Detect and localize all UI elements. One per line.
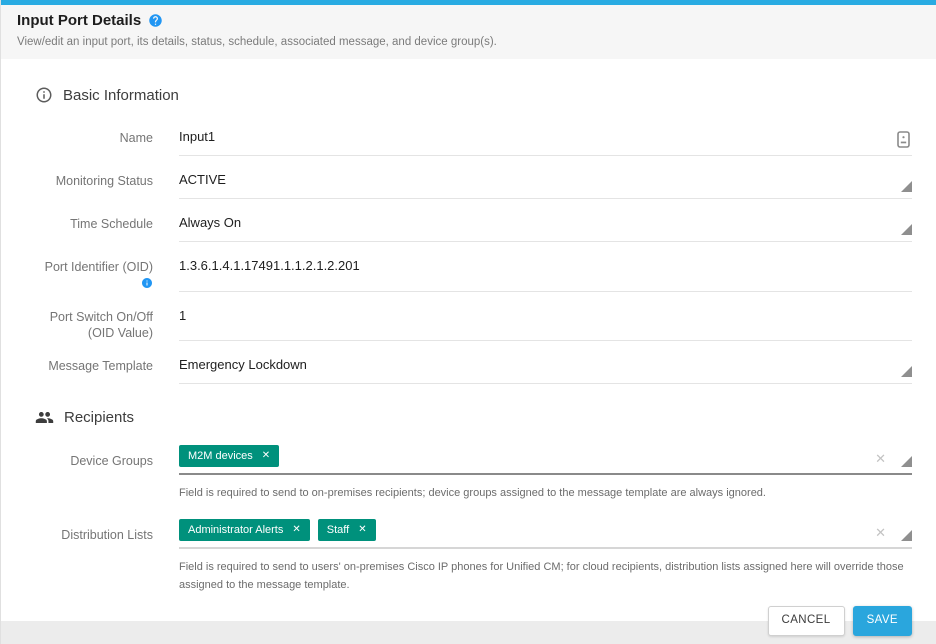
people-icon <box>35 408 54 427</box>
chip-remove-icon[interactable]: ✕ <box>358 525 366 535</box>
form-row-time-schedule: Time Schedule Always On <box>35 213 912 242</box>
chip-label: M2M devices <box>188 450 253 462</box>
page-subtitle: View/edit an input port, its details, st… <box>17 36 920 48</box>
section-basic-information: Basic Information <box>35 86 912 104</box>
device-groups-helper-text: Field is required to send to on-premises… <box>179 484 912 502</box>
chip-label: Administrator Alerts <box>188 524 283 536</box>
action-buttons: CANCEL SAVE <box>35 606 912 636</box>
form-row-device-groups: Device Groups M2M devices ✕ ✕ <box>35 445 912 475</box>
name-label: Name <box>35 127 153 156</box>
device-groups-multiselect[interactable]: M2M devices ✕ ✕ <box>179 445 912 475</box>
help-icon[interactable] <box>148 13 163 28</box>
message-template-select[interactable]: Emergency Lockdown <box>179 355 912 384</box>
form-row-port-switch: Port Switch On/Off (OID Value) 1 <box>35 306 912 342</box>
chip-remove-icon[interactable]: ✕ <box>262 451 270 461</box>
page-header: Input Port Details View/edit an input po… <box>1 5 936 59</box>
name-input[interactable]: Input1 <box>179 127 912 156</box>
form-row-message-template: Message Template Emergency Lockdown <box>35 355 912 384</box>
monitoring-status-label: Monitoring Status <box>35 170 153 199</box>
dropdown-arrow-icon[interactable] <box>901 456 912 467</box>
port-switch-value: 1 <box>179 308 186 323</box>
port-identifier-label-text: Port Identifier (OID) <box>45 260 153 274</box>
port-identifier-label: Port Identifier (OID) <box>35 256 153 292</box>
section-recipients-title: Recipients <box>64 409 134 426</box>
port-identifier-value: 1.3.6.1.4.1.17491.1.1.2.1.2.201 <box>179 258 360 273</box>
port-identifier-input[interactable]: 1.3.6.1.4.1.17491.1.1.2.1.2.201 <box>179 256 912 292</box>
section-basic-title: Basic Information <box>63 87 179 104</box>
autofill-icon[interactable] <box>897 131 910 148</box>
time-schedule-value: Always On <box>179 215 241 230</box>
dropdown-arrow-icon[interactable] <box>901 224 912 235</box>
distribution-lists-label: Distribution Lists <box>35 519 153 549</box>
clear-icon[interactable]: ✕ <box>875 452 886 465</box>
monitoring-status-select[interactable]: ACTIVE <box>179 170 912 199</box>
form-row-name: Name Input1 <box>35 127 912 156</box>
chip-label: Staff <box>327 524 349 536</box>
section-recipients: Recipients <box>35 408 912 426</box>
cancel-button[interactable]: CANCEL <box>768 606 845 636</box>
device-groups-label: Device Groups <box>35 445 153 475</box>
port-switch-label: Port Switch On/Off (OID Value) <box>35 306 153 342</box>
distribution-lists-helper-text: Field is required to send to users' on-p… <box>179 558 912 594</box>
form-row-port-identifier: Port Identifier (OID) 1.3.6.1.4.1.17491.… <box>35 256 912 292</box>
message-template-value: Emergency Lockdown <box>179 357 307 372</box>
info-outline-icon <box>35 86 53 104</box>
time-schedule-label: Time Schedule <box>35 213 153 242</box>
time-schedule-select[interactable]: Always On <box>179 213 912 242</box>
message-template-label: Message Template <box>35 355 153 384</box>
name-value: Input1 <box>179 129 215 144</box>
distribution-lists-multiselect[interactable]: Administrator Alerts ✕ Staff ✕ ✕ <box>179 519 912 549</box>
recipient-chip[interactable]: Administrator Alerts ✕ <box>179 519 310 541</box>
monitoring-status-value: ACTIVE <box>179 172 226 187</box>
recipient-chip[interactable]: M2M devices ✕ <box>179 445 279 467</box>
dropdown-arrow-icon[interactable] <box>901 530 912 541</box>
clear-icon[interactable]: ✕ <box>875 526 886 539</box>
page-title: Input Port Details <box>17 12 141 29</box>
dropdown-arrow-icon[interactable] <box>901 181 912 192</box>
dropdown-arrow-icon[interactable] <box>901 366 912 377</box>
chip-remove-icon[interactable]: ✕ <box>292 525 300 535</box>
save-button[interactable]: SAVE <box>853 606 912 636</box>
form-card: Basic Information Name Input1 Monitoring… <box>1 59 936 621</box>
recipient-chip[interactable]: Staff ✕ <box>318 519 376 541</box>
info-icon[interactable] <box>141 277 153 289</box>
port-switch-input[interactable]: 1 <box>179 306 912 342</box>
form-row-distribution-lists: Distribution Lists Administrator Alerts ✕… <box>35 519 912 549</box>
form-row-monitoring-status: Monitoring Status ACTIVE <box>35 170 912 199</box>
